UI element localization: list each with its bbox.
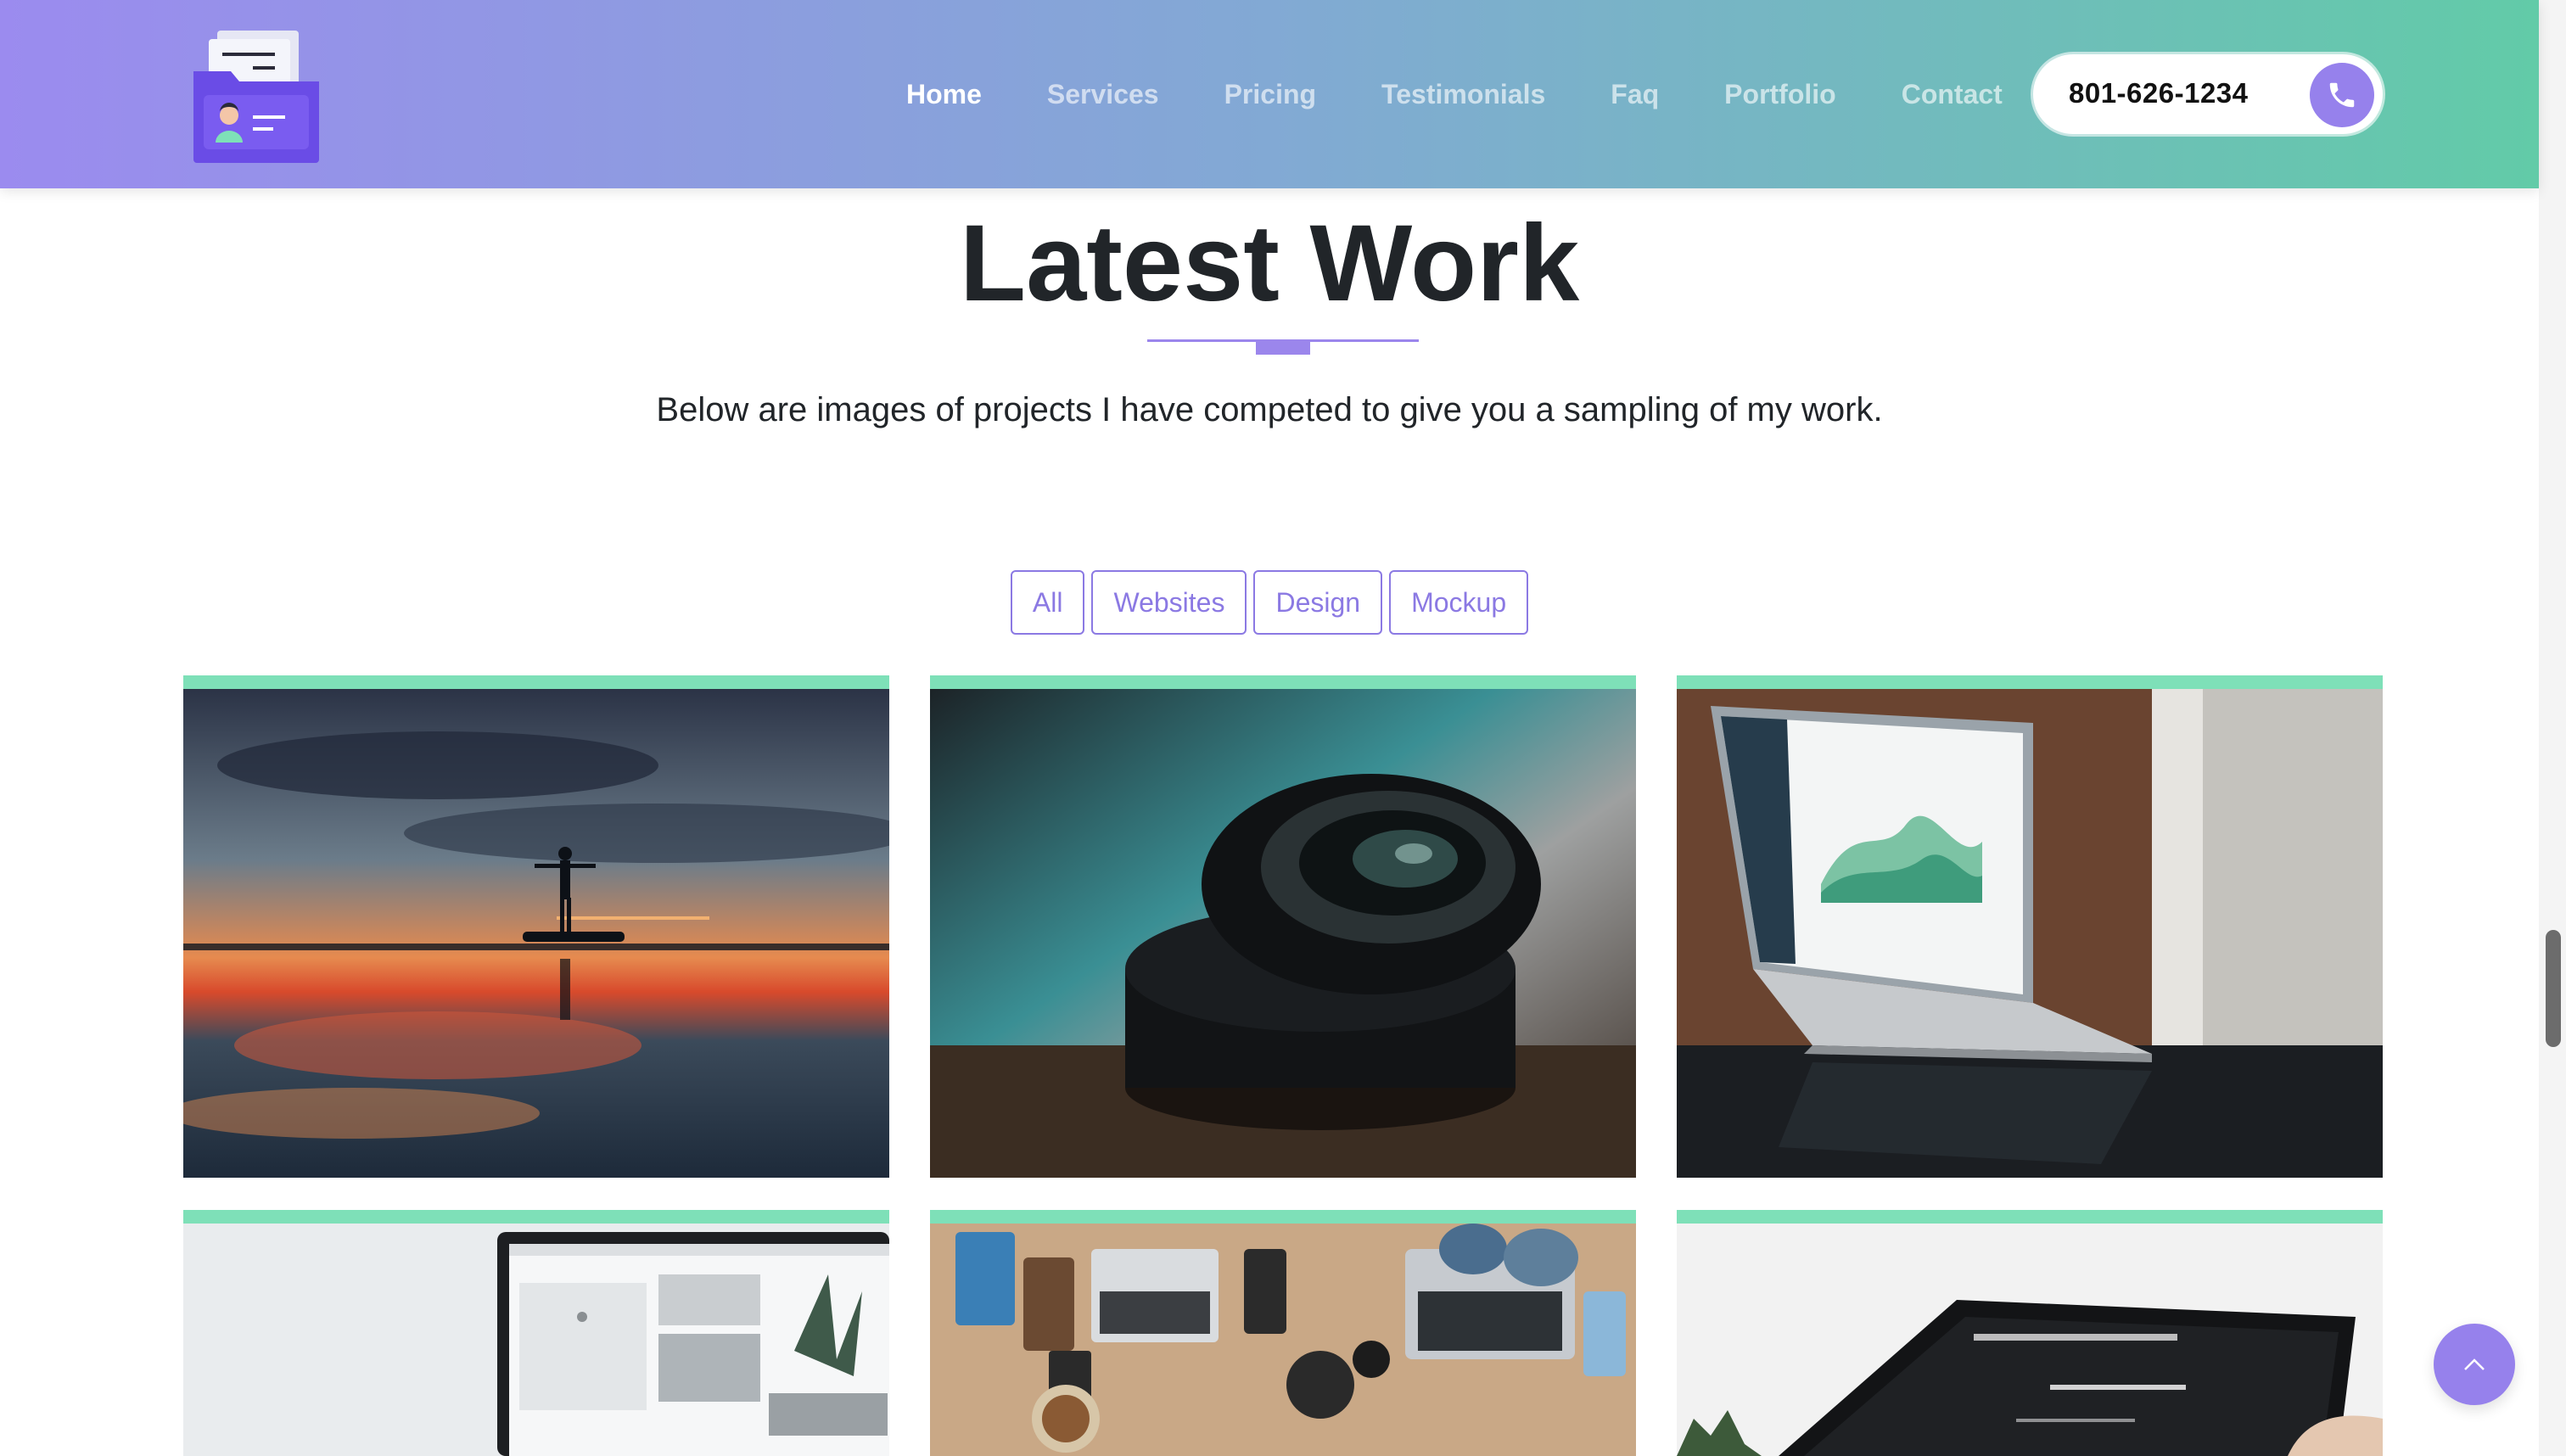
nav-pricing[interactable]: Pricing bbox=[1224, 71, 1316, 117]
nav-contact[interactable]: Contact bbox=[1902, 71, 2003, 117]
card-accent-bar bbox=[1677, 1210, 2383, 1224]
phone-icon bbox=[2329, 82, 2355, 108]
card-accent-bar bbox=[930, 1210, 1636, 1224]
card-accent-bar bbox=[183, 1210, 889, 1224]
portfolio-item-3[interactable] bbox=[1677, 675, 2383, 1178]
card-accent-bar bbox=[930, 675, 1636, 689]
nav-faq[interactable]: Faq bbox=[1611, 71, 1659, 117]
portfolio-item-4[interactable] bbox=[183, 1210, 889, 1456]
card-accent-bar bbox=[183, 675, 889, 689]
nav-portfolio[interactable]: Portfolio bbox=[1724, 71, 1836, 117]
portfolio-item-6[interactable] bbox=[1677, 1210, 2383, 1456]
tablet-website-photo[interactable] bbox=[1677, 1224, 2383, 1456]
portfolio-item-1[interactable] bbox=[183, 675, 889, 1178]
desk-workspace-photo[interactable] bbox=[930, 1224, 1636, 1456]
title-divider-accent bbox=[1256, 339, 1310, 355]
laptop-dashboard-photo[interactable] bbox=[1677, 689, 2383, 1178]
folder-profile-logo-icon[interactable] bbox=[193, 27, 319, 163]
phone-number[interactable]: 801-626-1234 bbox=[2069, 73, 2249, 114]
portfolio-item-5[interactable] bbox=[930, 1210, 1636, 1456]
camera-lens-photo[interactable] bbox=[930, 689, 1636, 1178]
filter-websites-button[interactable]: Websites bbox=[1091, 570, 1247, 635]
portfolio-item-2[interactable] bbox=[930, 675, 1636, 1178]
portfolio-filters: All Websites Design Mockup bbox=[0, 570, 2539, 635]
filter-mockup-button[interactable]: Mockup bbox=[1389, 570, 1529, 635]
main-nav: Home Services Pricing Testimonials Faq P… bbox=[906, 71, 2003, 117]
sunset-reflection-photo[interactable] bbox=[183, 689, 889, 1178]
chevron-up-icon bbox=[2464, 1358, 2485, 1370]
laptop-website-mockup-photo[interactable] bbox=[183, 1224, 889, 1456]
filter-all-button[interactable]: All bbox=[1010, 570, 1085, 635]
site-header: Home Services Pricing Testimonials Faq P… bbox=[0, 0, 2539, 188]
section-title: Latest Work bbox=[959, 203, 1580, 324]
scrollbar-track[interactable] bbox=[2539, 0, 2566, 1456]
phone-cta[interactable]: 801-626-1234 bbox=[2033, 54, 2383, 134]
page: Home Services Pricing Testimonials Faq P… bbox=[0, 0, 2566, 1456]
phone-button[interactable] bbox=[2310, 63, 2374, 127]
scrollbar-thumb[interactable] bbox=[2546, 930, 2561, 1047]
section-subtitle: Below are images of projects I have comp… bbox=[656, 391, 1883, 428]
card-accent-bar bbox=[1677, 675, 2383, 689]
back-to-top-button[interactable] bbox=[2434, 1324, 2515, 1405]
filter-design-button[interactable]: Design bbox=[1253, 570, 1383, 635]
nav-testimonials[interactable]: Testimonials bbox=[1381, 71, 1545, 117]
nav-services[interactable]: Services bbox=[1047, 71, 1159, 117]
nav-home[interactable]: Home bbox=[906, 71, 982, 117]
